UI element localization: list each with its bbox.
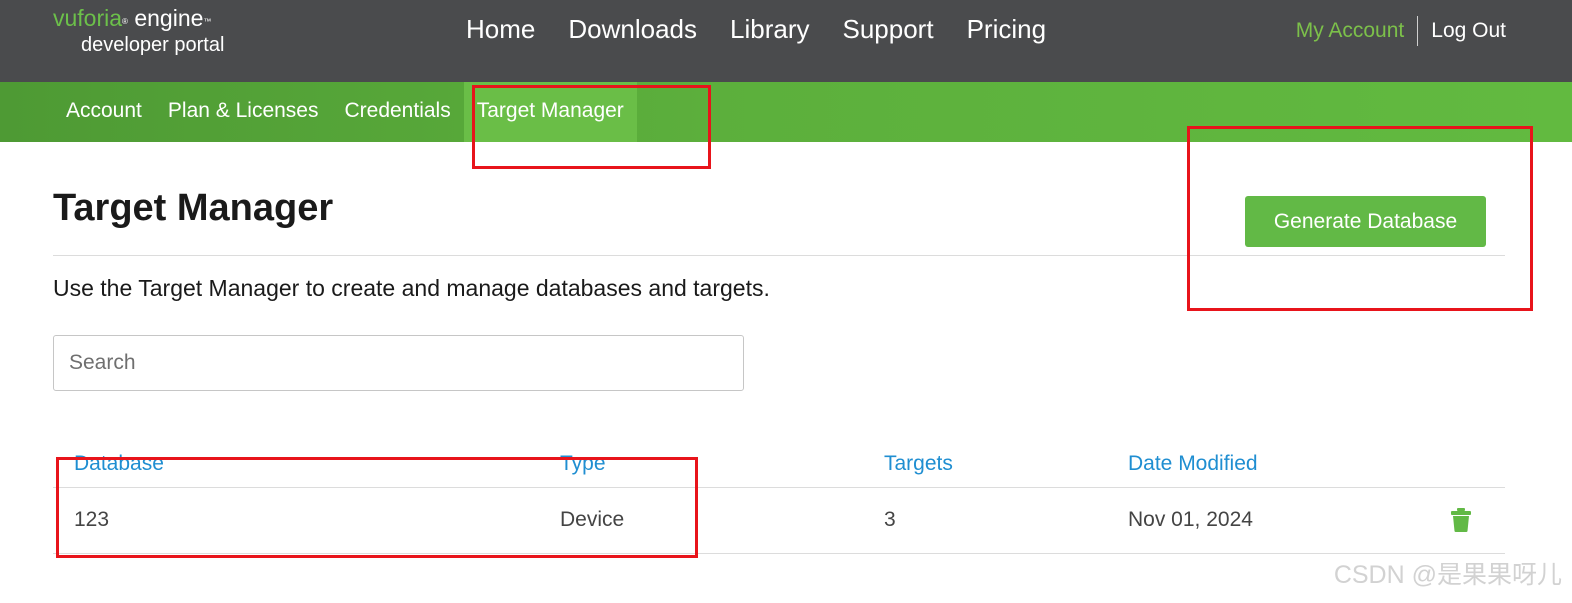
column-header-targets[interactable]: Targets (884, 452, 953, 476)
subnav-account[interactable]: Account (53, 82, 155, 142)
annotation-box-target-manager-tab (472, 85, 711, 169)
annotation-box-generate-database (1187, 126, 1533, 311)
logo-engine: engine (134, 5, 204, 31)
logo-subtitle: developer portal (81, 34, 225, 56)
top-header: vuforia® engine™ developer portal Home D… (0, 0, 1572, 82)
subnav-credentials[interactable]: Credentials (331, 82, 463, 142)
trash-icon[interactable] (1450, 508, 1472, 532)
logo-registered-mark: ® (122, 17, 128, 26)
logo-trademark: ™ (203, 17, 212, 26)
nav-support[interactable]: Support (842, 12, 933, 46)
vuforia-logo[interactable]: vuforia® engine™ developer portal (53, 4, 224, 58)
nav-library[interactable]: Library (730, 12, 809, 46)
cell-date-modified: Nov 01, 2024 (1128, 508, 1253, 531)
column-header-date-modified[interactable]: Date Modified (1128, 452, 1258, 476)
account-links: My Account Log Out (1296, 15, 1506, 47)
cell-targets: 3 (884, 508, 896, 531)
page-title: Target Manager (53, 187, 334, 229)
nav-pricing[interactable]: Pricing (967, 12, 1046, 46)
subnav-plan-licenses[interactable]: Plan & Licenses (155, 82, 332, 142)
my-account-link[interactable]: My Account (1296, 16, 1419, 46)
nav-home[interactable]: Home (466, 12, 535, 46)
search-input[interactable] (53, 335, 744, 391)
nav-downloads[interactable]: Downloads (568, 12, 697, 46)
logo-brand: vuforia (53, 5, 123, 31)
csdn-watermark: CSDN @是果果呀儿 (1333, 561, 1562, 589)
log-out-link[interactable]: Log Out (1418, 16, 1506, 46)
intro-text: Use the Target Manager to create and man… (53, 275, 770, 301)
annotation-box-database-row (56, 457, 698, 558)
main-nav: Home Downloads Library Support Pricing (466, 12, 1046, 46)
logo-wordmark: vuforia® engine™ (53, 4, 224, 32)
